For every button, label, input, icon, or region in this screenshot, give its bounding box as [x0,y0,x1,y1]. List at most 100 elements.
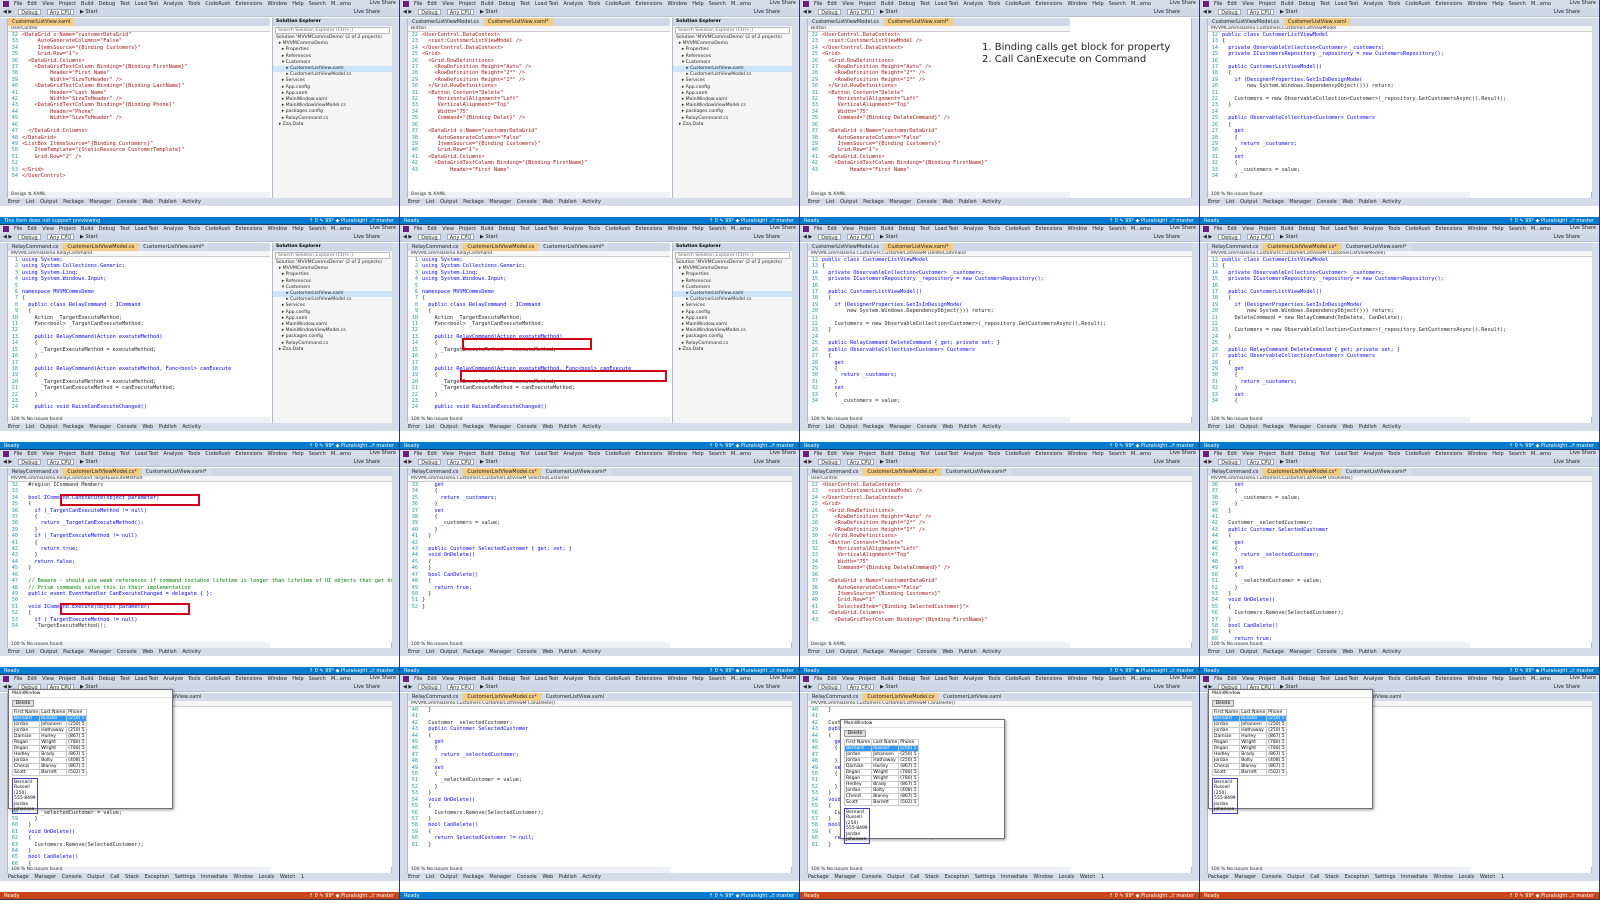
menu-item-file[interactable]: File [414,1,422,7]
tab-customerlistview-xaml-[interactable]: CustomerListView.xaml* [1341,468,1411,476]
menu-item-project[interactable]: Project [1259,451,1276,457]
list-item[interactable]: (250) 555-8499 [1214,791,1236,802]
menu-item-tools[interactable]: Tools [588,226,600,232]
git-status[interactable]: ↑ 0 ✎ 99* ◆ Pluralsight ⎇ master [1109,217,1194,224]
menu-item-debug[interactable]: Debug [1299,1,1315,7]
menu-item-test[interactable]: Test [520,1,530,7]
menu-item-debug[interactable]: Debug [99,676,115,682]
tab-customerlistview-xaml-[interactable]: CustomerListView.xaml* [941,468,1011,476]
menu-item-view[interactable]: View [842,226,854,232]
back-icon[interactable]: ◀ ▶ [1203,9,1212,15]
delete-button[interactable]: Delete [1212,700,1234,707]
search-box[interactable]: Search [709,226,726,232]
menu-item-extensions[interactable]: Extensions [635,1,662,7]
tab-customerlistviewmodel-cs[interactable]: CustomerListViewModel.cs [463,243,539,251]
menu-item-window[interactable]: Window [1468,451,1488,457]
menu-item-analyze[interactable]: Analyze [563,676,583,682]
start-button[interactable]: ▶ Start [480,9,498,15]
menu-item-test[interactable]: Test [120,1,130,7]
menu-item-edit[interactable]: Edit [27,676,37,682]
menu-item-window[interactable]: Window [1068,1,1088,7]
menu-item-window[interactable]: Window [668,226,688,232]
menu-item-debug[interactable]: Debug [899,1,915,7]
menu-item-test[interactable]: Test [120,676,130,682]
menu-item-view[interactable]: View [1242,1,1254,7]
menu-item-test[interactable]: Test [520,676,530,682]
menu-item-load-test[interactable]: Load Test [935,226,958,232]
live-share-button[interactable]: Live Share [1170,450,1196,456]
menu-item-coderush[interactable]: CodeRush [205,676,230,682]
menu-item-build[interactable]: Build [81,226,94,232]
menu-item-edit[interactable]: Edit [427,1,437,7]
tab-customerlistviewmodel-cs[interactable]: CustomerListViewModel.cs [1208,18,1283,26]
menu-item-load-test[interactable]: Load Test [535,451,558,457]
config-select[interactable]: Debug [18,459,41,466]
menu-item-tools[interactable]: Tools [988,226,1000,232]
menu-item-edit[interactable]: Edit [1227,226,1237,232]
menu-item-analyze[interactable]: Analyze [163,676,183,682]
search-box[interactable]: Search [1509,676,1526,682]
menu-item-tools[interactable]: Tools [588,676,600,682]
menu-item-extensions[interactable]: Extensions [1035,451,1062,457]
search-box[interactable]: Search [1509,1,1526,7]
menu-item-project[interactable]: Project [59,676,76,682]
menu-item-window[interactable]: Window [1068,226,1088,232]
menu-item-help[interactable]: Help [692,451,703,457]
menu-item-project[interactable]: Project [459,1,476,7]
output-tabs[interactable]: Package Manager Console Output Call Stac… [0,873,399,881]
table-row[interactable]: Regan Wright (780) 5 [11,745,87,752]
menu-item-load-test[interactable]: Load Test [535,676,558,682]
live-share-button[interactable]: Live Share [370,225,396,231]
menu-item-window[interactable]: Window [1068,676,1088,682]
menu-item-window[interactable]: Window [1468,226,1488,232]
menu-item-test[interactable]: Test [920,1,930,7]
output-tabs[interactable]: Package Manager Console Output Call Stac… [1200,873,1599,881]
live-share-button[interactable]: Live Share [1570,0,1596,6]
customer-data-grid[interactable]: First Name Last Name Phone Bernard Russell (2… [11,709,87,776]
menu-item-window[interactable]: Window [268,676,288,682]
output-tabs[interactable]: Error List Output Package Manager Consol… [1200,423,1599,431]
menu-item-test[interactable]: Test [920,226,930,232]
menu-item-edit[interactable]: Edit [827,676,837,682]
config-select[interactable]: Debug [818,234,841,241]
menu-item-tools[interactable]: Tools [188,451,200,457]
table-row[interactable]: Chenzi Blaney (867) 5 [11,763,87,770]
solution-item[interactable]: ▸ Zza.Data [273,122,392,128]
output-tabs[interactable]: Error List Output Package Manager Consol… [400,423,799,431]
menu-item-tools[interactable]: Tools [1388,451,1400,457]
menu-item-debug[interactable]: Debug [899,226,915,232]
toolbar-live-share[interactable]: Live Share [754,234,780,240]
menu-item-build[interactable]: Build [481,226,494,232]
menu-item-tools[interactable]: Tools [188,676,200,682]
start-button[interactable]: ▶ Start [80,459,98,465]
table-row[interactable]: Chenzi Blaney (867) 5 [1211,763,1287,770]
menu-item-build[interactable]: Build [881,1,894,7]
table-row[interactable]: Jordan Bolty (408) 5 [843,787,919,794]
menu-item-analyze[interactable]: Analyze [1363,226,1383,232]
toolbar-live-share[interactable]: Live Share [354,9,380,15]
menu-item-file[interactable]: File [14,676,22,682]
back-icon[interactable]: ◀ ▶ [403,459,412,465]
search-box[interactable]: Search [1509,451,1526,457]
solution-search-input[interactable]: Search Solution Explorer (Ctrl+;) [275,252,390,259]
toolbar-live-share[interactable]: Live Share [754,459,780,465]
tab-customerlistviewmodel-cs-[interactable]: CustomerListViewModel.cs* [1263,243,1341,251]
git-status[interactable]: ↑ 0 ✎ 99* ◆ Pluralsight ⎇ master [1509,892,1594,899]
menu-item-window[interactable]: Window [668,1,688,7]
table-row[interactable]: Jordan Johansen (250) 5 [11,721,87,728]
live-share-button[interactable]: Live Share [370,450,396,456]
menu-item-analyze[interactable]: Analyze [963,226,983,232]
git-status[interactable]: ↑ 0 ✎ 99* ◆ Pluralsight ⎇ master [709,892,794,899]
menu-item-analyze[interactable]: Analyze [1363,1,1383,7]
menu-item-test[interactable]: Test [920,676,930,682]
menu-item-help[interactable]: Help [692,1,703,7]
output-tabs[interactable]: Error List Output Package Manager Consol… [0,198,399,206]
back-icon[interactable]: ◀ ▶ [3,9,12,15]
toolbar-live-share[interactable]: Live Share [1154,459,1180,465]
solution-search-input[interactable]: Search Solution Explorer (Ctrl+;) [675,252,790,259]
menu-item-window[interactable]: Window [1468,676,1488,682]
menu-item-window[interactable]: Window [268,451,288,457]
code-editor[interactable]: 32 <DataGrid x:Name="customerDataGrid" 33 … [8,32,270,192]
menu-item-coderush[interactable]: CodeRush [1405,1,1430,7]
toolbar-live-share[interactable]: Live Share [1554,9,1580,15]
